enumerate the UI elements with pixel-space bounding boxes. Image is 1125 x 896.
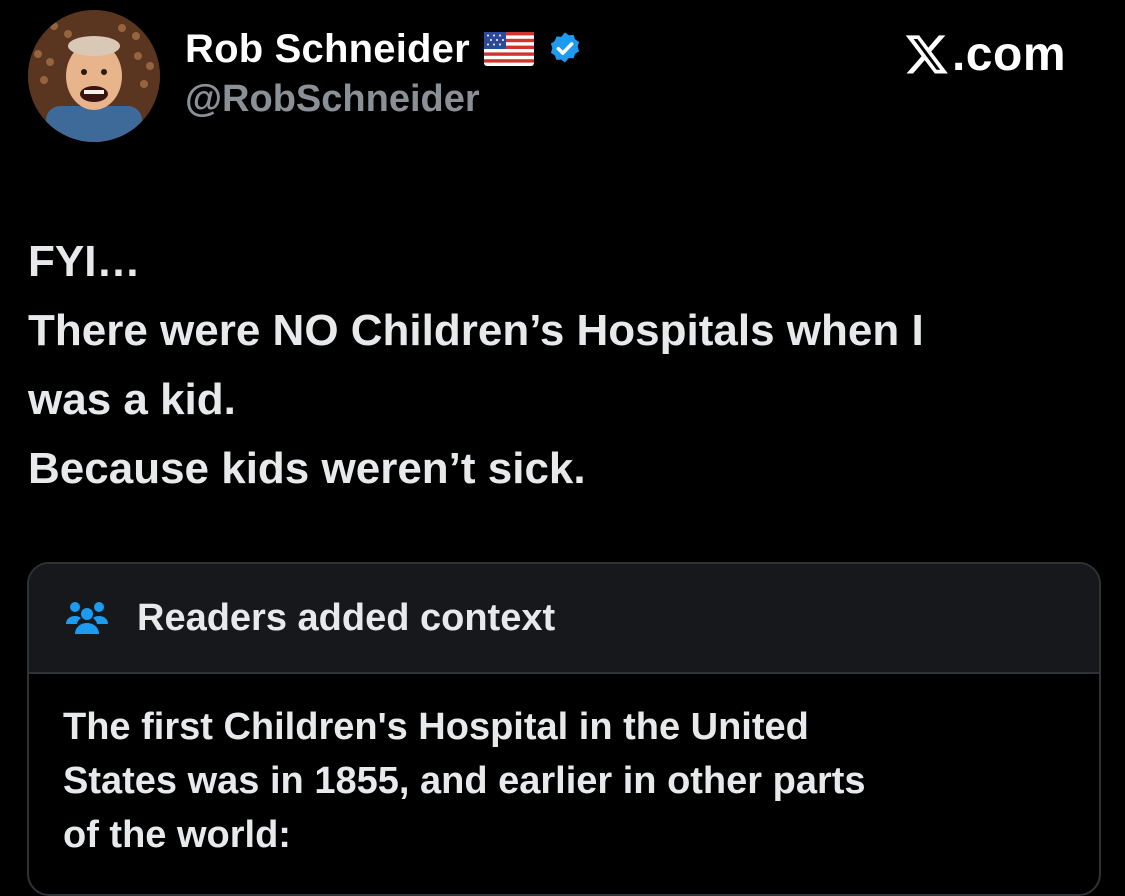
post-text: FYI… There were NO Children’s Hospitals … xyxy=(28,227,1098,503)
people-icon xyxy=(63,598,111,638)
x-logo-icon xyxy=(904,31,950,77)
user-avatar[interactable] xyxy=(28,10,160,142)
community-note-line: States was in 1855, and earlier in other… xyxy=(63,760,866,802)
verified-badge-icon[interactable] xyxy=(546,30,584,68)
community-note-line: of the world: xyxy=(63,814,291,856)
post-header: Rob Schneider @RobSchneider .com xyxy=(28,10,1098,150)
post-text-line: Because kids weren’t sick. xyxy=(28,444,586,493)
post-text-line: There were NO Children’s Hospitals when … xyxy=(28,306,924,355)
display-name[interactable]: Rob Schneider xyxy=(185,27,470,72)
display-name-row: Rob Schneider xyxy=(185,24,584,74)
user-handle[interactable]: @RobSchneider xyxy=(185,78,584,121)
avatar-photo-icon xyxy=(28,10,160,142)
author-names: Rob Schneider @RobSchneider xyxy=(185,24,584,121)
community-note-title: Readers added context xyxy=(137,596,556,639)
post-text-line: was a kid. xyxy=(28,375,236,424)
community-note-body: The first Children's Hospital in the Uni… xyxy=(29,674,1099,862)
brand-watermark: .com xyxy=(904,24,1066,84)
post-text-line: FYI… xyxy=(28,237,141,286)
brand-domain: .com xyxy=(951,27,1066,81)
community-note[interactable]: Readers added context The first Children… xyxy=(27,562,1101,896)
community-note-line: The first Children's Hospital in the Uni… xyxy=(63,706,809,748)
community-note-header: Readers added context xyxy=(29,564,1099,674)
us-flag-icon xyxy=(483,32,534,66)
